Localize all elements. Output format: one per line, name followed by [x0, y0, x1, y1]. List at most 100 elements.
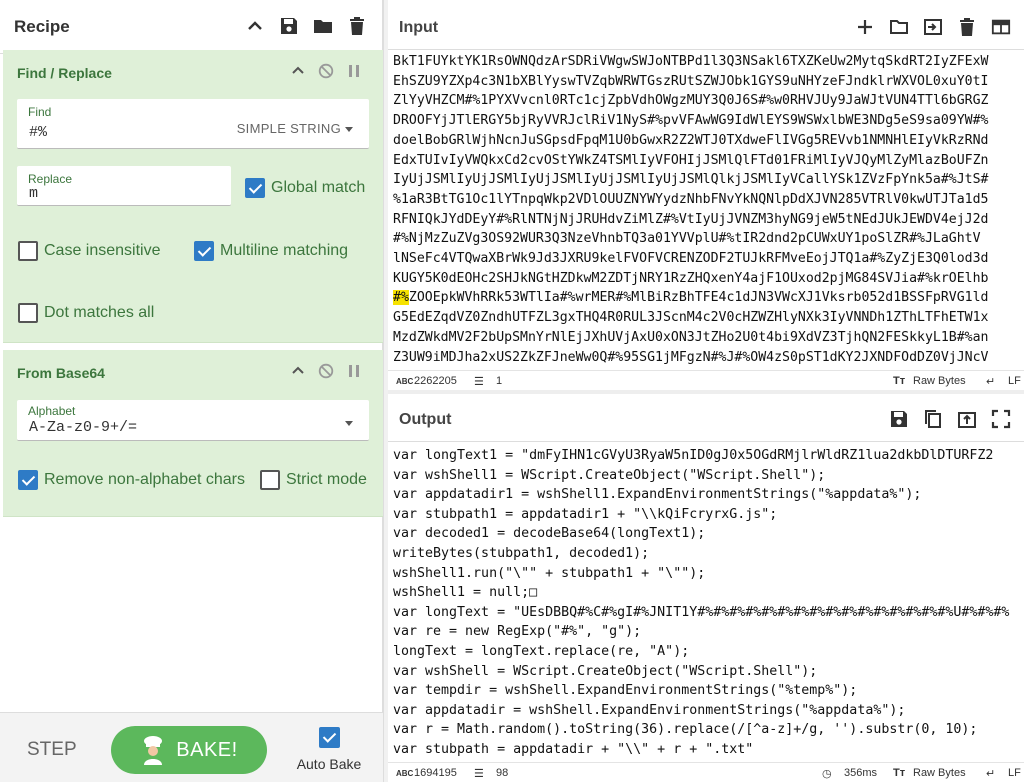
- input-line: KUGY5K0dEOHc2SHJkNGtHZDkwM2ZDTjNRY1RzZHQ…: [393, 270, 989, 286]
- input-eol[interactable]: LF: [1008, 375, 1021, 387]
- from-base64-title: From Base64: [17, 365, 105, 381]
- output-line: var re = new RegExp("#%", "g");: [393, 624, 642, 640]
- input-status-bar: ABC 2262205 ☰ 1 Tт Raw Bytes ↵ LF: [388, 370, 1024, 390]
- op-pause-icon[interactable]: [345, 362, 363, 380]
- op-disable-icon[interactable]: [317, 62, 335, 80]
- output-line: var wshShell1 = WScript.CreateObject("WS…: [393, 467, 826, 483]
- reset-layout-icon[interactable]: [990, 15, 1012, 39]
- input-line: RFNIQkJYdDEyY#%RlNTNjNjJRUHdvZiMlZ#%VtIy…: [393, 211, 989, 227]
- abc-length-icon: ABC: [396, 769, 414, 778]
- input-line: EdxTUIvIyVWQkxCd2cvOStYWkZ4TSMlIyVFOHIjJ…: [393, 152, 989, 168]
- multiline-checkbox[interactable]: Multiline matching: [194, 241, 348, 261]
- lines-icon: ☰: [474, 768, 484, 780]
- output-line: var tempdir = wshShell.ExpandEnvironment…: [393, 683, 858, 699]
- replace-field[interactable]: Replace m: [17, 166, 231, 206]
- clear-input-trash-icon[interactable]: [956, 15, 978, 39]
- output-encoding[interactable]: Raw Bytes: [913, 767, 966, 779]
- collapse-all-icon[interactable]: [244, 14, 266, 38]
- find-replace-title: Find / Replace: [17, 65, 112, 81]
- output-line: wshShell1 = null;□: [393, 585, 538, 601]
- save-recipe-icon[interactable]: [278, 14, 300, 38]
- input-title: Input: [399, 19, 439, 36]
- clock-icon: ◷: [822, 768, 832, 780]
- chevron-down-icon[interactable]: [341, 415, 353, 430]
- op-collapse-icon[interactable]: [289, 362, 307, 380]
- op-pause-icon[interactable]: [345, 62, 363, 80]
- maximize-output-icon[interactable]: [990, 407, 1012, 431]
- replace-label: Replace: [28, 172, 73, 186]
- alphabet-select[interactable]: Alphabet A-Za-z0-9+/=: [17, 400, 369, 441]
- copy-output-icon[interactable]: [922, 407, 944, 431]
- find-field[interactable]: Find #% SIMPLE STRING: [17, 99, 369, 149]
- input-length: 2262205: [414, 375, 457, 387]
- add-tab-plus-icon[interactable]: [854, 15, 876, 39]
- output-line: var wshShell = WScript.CreateObject("WSc…: [393, 663, 818, 679]
- auto-bake-checkbox[interactable]: Auto Bake: [296, 727, 362, 772]
- op-disable-icon[interactable]: [317, 362, 335, 380]
- input-line: MzdZWkdMV2F2bUpSMnYrNlEjJXhUVjAxU0xON3Jt…: [393, 329, 989, 345]
- global-match-checkbox[interactable]: Global match: [245, 178, 365, 198]
- checkbox-unchecked-icon[interactable]: [18, 241, 38, 261]
- input-line: G5EdEZqdVZ0ZndhUTFZL3gxTHQ4R0RUL3JScnM4c…: [393, 310, 989, 326]
- input-line: #%NjMzZuZVg3OS92WUR3Q3NzeVhnbTQ3a01YVVpl…: [393, 231, 981, 247]
- search-match-highlight: #%: [393, 290, 409, 306]
- lines-icon: ☰: [474, 376, 484, 388]
- output-line: var decoded1 = decodeBase64(longText1);: [393, 526, 706, 542]
- checkbox-checked-icon[interactable]: [245, 178, 265, 198]
- replace-input[interactable]: m: [29, 185, 38, 202]
- output-eol[interactable]: LF: [1008, 767, 1021, 779]
- output-line: writeBytes(stubpath1, decoded1);: [393, 545, 650, 561]
- horizontal-splitter[interactable]: [388, 390, 1024, 394]
- checkbox-checked-icon[interactable]: [194, 241, 214, 261]
- clear-recipe-trash-icon[interactable]: [346, 14, 368, 38]
- text-format-icon: Tт: [893, 375, 906, 387]
- replace-input-with-output-icon[interactable]: [956, 407, 978, 431]
- output-line: var stubpath = appdatadir + "\\" + r + "…: [393, 741, 754, 757]
- input-line: doelBobGRlWjhNcnJuSGpsdFpqM1U0bGwxR2Z2WT…: [393, 132, 989, 148]
- bake-button[interactable]: BAKE!: [111, 726, 267, 774]
- output-title: Output: [399, 411, 452, 428]
- checkbox-unchecked-icon[interactable]: [18, 303, 38, 323]
- output-lines: 98: [496, 767, 509, 779]
- input-line: lNSeFc4VTQwaXBrWk9Jd3JXRU9kelFVOFVCRENZO…: [393, 251, 989, 267]
- open-file-icon[interactable]: [922, 15, 944, 39]
- input-line: Z3UW9iMDJha2xUS2ZkZFJneWw0Q#%95SG1jMFgzN…: [393, 349, 989, 365]
- open-folder-icon[interactable]: [888, 15, 910, 39]
- input-textarea[interactable]: BkT1FUYktYK1RsOWNQdzArSDRiVWgwSWJoNTBPd1…: [388, 52, 1024, 370]
- checkbox-checked-icon[interactable]: [318, 727, 340, 748]
- output-line: var longText = "UEsDBBQ#%C#%gI#%JNIT1Y#%…: [393, 604, 1010, 620]
- remove-non-alphabet-checkbox[interactable]: Remove non-alphabet chars: [18, 470, 245, 490]
- load-recipe-folder-icon[interactable]: [312, 14, 334, 38]
- bake-time: 356ms: [844, 767, 878, 779]
- recipe-panel: Recipe Find / Replace Find #% SIMPLE STR…: [0, 0, 383, 782]
- output-line: var appdatadir1 = wshShell1.ExpandEnviro…: [393, 487, 922, 503]
- save-output-icon[interactable]: [888, 407, 910, 431]
- op-collapse-icon[interactable]: [289, 62, 307, 80]
- input-line: #%ZOOEpkWVhRRk53WTlIa#%wrMER#%MlBiRzBhTF…: [393, 290, 989, 306]
- input-line: ZlYyVHZCM#%1PYXVvcnl0RTc1cjZpbVdhOWgzMUY…: [393, 93, 989, 109]
- output-line: longText = longText.replace(re, "A");: [393, 643, 690, 659]
- strict-mode-checkbox[interactable]: Strict mode: [260, 470, 367, 490]
- input-encoding[interactable]: Raw Bytes: [913, 375, 966, 387]
- bake-label: BAKE!: [176, 738, 238, 761]
- find-input[interactable]: #%: [29, 124, 47, 141]
- dot-matches-all-checkbox[interactable]: Dot matches all: [18, 303, 154, 323]
- output-line: var longText1 = "dmFyIHN1cGVyU3RyaW5nID0…: [393, 448, 994, 463]
- checkbox-checked-icon[interactable]: [18, 470, 38, 490]
- output-line: var r = Math.random().toString(36).repla…: [393, 722, 978, 738]
- auto-bake-label: Auto Bake: [296, 756, 362, 772]
- global-match-label: Global match: [271, 179, 366, 196]
- output-line: wshShell1.run("\"" + stubpath1 + "\"");: [393, 565, 706, 581]
- output-textarea[interactable]: var longText1 = "dmFyIHN1cGVyU3RyaW5nID0…: [388, 446, 1024, 762]
- find-mode-dropdown[interactable]: SIMPLE STRING: [237, 121, 353, 136]
- input-header: Input: [388, 4, 1024, 50]
- step-button[interactable]: STEP: [27, 739, 77, 761]
- alphabet-value: A-Za-z0-9+/=: [29, 419, 138, 436]
- case-insensitive-checkbox[interactable]: Case insensitive: [18, 241, 161, 261]
- cyberchef-app: Recipe Find / Replace Find #% SIMPLE STR…: [0, 0, 1024, 782]
- dot-matches-all-label: Dot matches all: [44, 304, 155, 321]
- output-length: 1694195: [414, 767, 457, 779]
- output-line: var appdatadir = wshShell.ExpandEnvironm…: [393, 702, 906, 718]
- input-lines: 1: [496, 375, 503, 387]
- checkbox-unchecked-icon[interactable]: [260, 470, 280, 490]
